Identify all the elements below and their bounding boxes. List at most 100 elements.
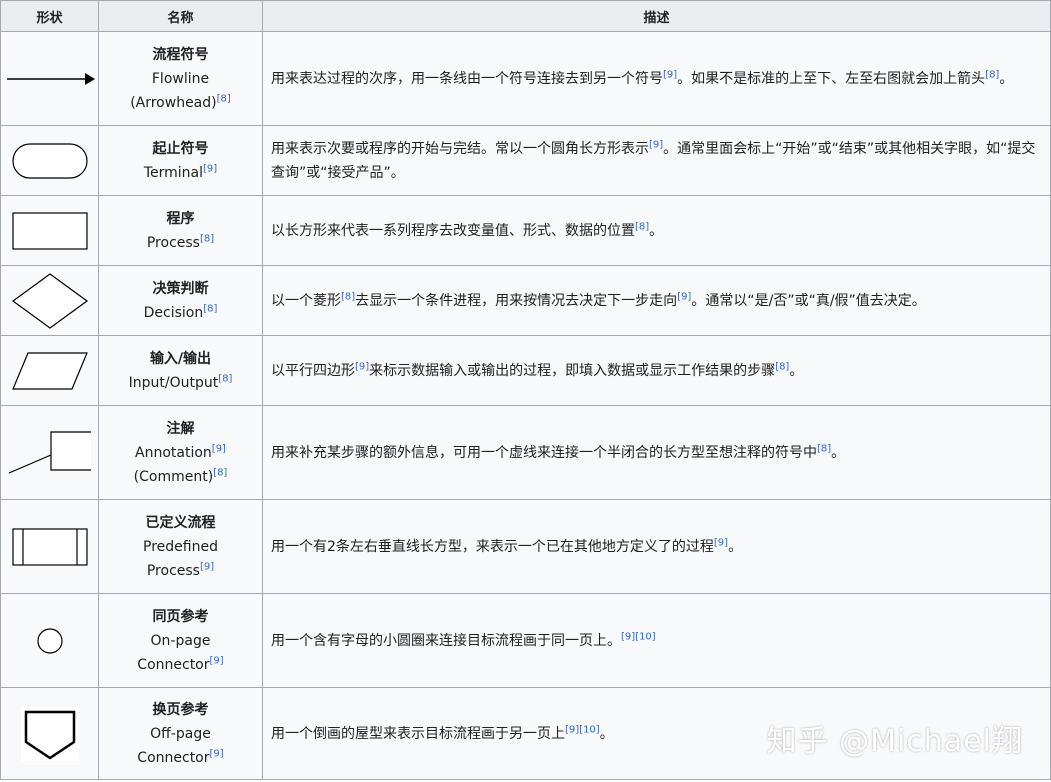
name-cell: 输入/输出 Input/Output[8]: [98, 335, 263, 406]
shape-cell: [0, 31, 99, 126]
citation-link[interactable]: [9][10]: [621, 631, 656, 642]
header-row: 形状 名称 描述: [0, 0, 1051, 32]
name-cell: 注解 Annotation[9] (Comment)[8]: [98, 405, 263, 500]
shape-cell: [0, 335, 99, 406]
name-cell: 程序 Process[8]: [98, 195, 263, 266]
table-row: 流程符号 Flowline (Arrowhead)[8] 用来表达过程的次序，用…: [0, 31, 1051, 126]
name-en: Annotation: [135, 444, 212, 461]
name-en: Process: [146, 234, 200, 251]
name-en: Predefined: [143, 538, 218, 555]
flowchart-symbols-table: 形状 名称 描述 流程符号 Flowline (Arrowhead)[8] 用来…: [0, 0, 1051, 780]
name-zh: 注解: [166, 420, 195, 437]
citation-link[interactable]: [8]: [817, 443, 831, 454]
shape-cell: [0, 125, 99, 196]
citation-link[interactable]: [9]: [649, 139, 663, 150]
terminal-rounded-rect-icon: [11, 142, 88, 179]
header-shape: 形状: [0, 0, 99, 32]
process-rect-icon: [11, 211, 88, 250]
citation-link[interactable]: [8]: [203, 303, 217, 314]
description-cell: 用来补充某步骤的额外信息，可用一个虚线来连接一个半闭合的长方型至想注释的符号中[…: [262, 405, 1051, 500]
citation-link[interactable]: [9]: [677, 291, 691, 302]
name-cell: 起止符号 Terminal[9]: [98, 125, 263, 196]
citation-link[interactable]: [8]: [635, 221, 649, 232]
description-text: 。: [789, 362, 804, 379]
name-en: Off-page: [150, 725, 211, 742]
name-zh: 流程符号: [152, 46, 209, 63]
name-zh: 决策判断: [152, 280, 209, 297]
annotation-bracket-icon: [8, 430, 91, 474]
description-text: 以一个菱形: [271, 292, 341, 309]
description-text: 用来表示次要或程序的开始与完结。常以一个圆角长方形表示: [271, 140, 649, 157]
description-text: 。: [599, 725, 614, 742]
decision-diamond-icon: [11, 272, 88, 329]
description-cell: 以一个菱形[8]去显示一个条件进程，用来按情况去决定下一步走向[9]。通常以“是…: [262, 265, 1051, 336]
table-row: 同页参考 On-page Connector[9] 用一个含有字母的小圆圈来连接…: [0, 593, 1051, 688]
citation-link[interactable]: [9]: [663, 69, 677, 80]
name-en: Terminal: [143, 164, 203, 181]
table-row: 注解 Annotation[9] (Comment)[8] 用来补充某步骤的额外…: [0, 405, 1051, 500]
description-text: 。: [831, 444, 846, 461]
name-cell: 流程符号 Flowline (Arrowhead)[8]: [98, 31, 263, 126]
name-zh: 同页参考: [152, 608, 209, 625]
description-cell: 以平行四边形[9]来标示数据输入或输出的过程，即填入数据或显示工作结果的步骤[8…: [262, 335, 1051, 406]
description-text: 用一个含有字母的小圆圈来连接目标流程画于同一页上。: [271, 632, 621, 649]
citation-link[interactable]: [8]: [218, 373, 232, 384]
name-en: Input/Output: [128, 374, 219, 391]
citation-link[interactable]: [8]: [213, 467, 227, 478]
name-en2: (Arrowhead): [130, 94, 217, 111]
name-zh: 起止符号: [152, 140, 209, 157]
description-text: 。: [728, 538, 743, 555]
table-row: 已定义流程 Predefined Process[9] 用一个有2条左右垂直线长…: [0, 499, 1051, 594]
table-row: 起止符号 Terminal[9] 用来表示次要或程序的开始与完结。常以一个圆角长…: [0, 125, 1051, 196]
description-text: 来标示数据输入或输出的过程，即填入数据或显示工作结果的步骤: [369, 362, 776, 379]
name-en: On-page: [150, 632, 211, 649]
description-text: 。通常以“是/否”或“真/假”值去决定。: [691, 292, 926, 309]
citation-link[interactable]: [9]: [200, 561, 214, 572]
citation-link[interactable]: [9]: [210, 748, 224, 759]
predefined-process-icon: [11, 527, 88, 566]
description-cell: 用来表达过程的次序，用一条线由一个符号连接去到另一个符号[9]。如果不是标准的上…: [262, 31, 1051, 126]
name-en: Decision: [143, 304, 204, 321]
name-en: Flowline: [151, 70, 210, 87]
description-text: 去显示一个条件进程，用来按情况去决定下一步走向: [355, 292, 678, 309]
name-zh: 换页参考: [152, 701, 209, 718]
description-text: 用来补充某步骤的额外信息，可用一个虚线来连接一个半闭合的长方型至想注释的符号中: [271, 444, 817, 461]
off-page-connector-pentagon-icon: [20, 706, 79, 761]
description-text: 。: [649, 222, 664, 239]
on-page-connector-circle-icon: [36, 627, 63, 654]
name-cell: 同页参考 On-page Connector[9]: [98, 593, 263, 688]
name-zh: 输入/输出: [149, 350, 212, 367]
description-text: 。: [999, 70, 1014, 87]
name-cell: 已定义流程 Predefined Process[9]: [98, 499, 263, 594]
citation-link[interactable]: [9]: [210, 655, 224, 666]
header-name: 名称: [98, 0, 263, 32]
description-cell: 用来表示次要或程序的开始与完结。常以一个圆角长方形表示[9]。通常里面会标上“开…: [262, 125, 1051, 196]
flowline-arrow-icon: [6, 72, 95, 85]
table-row: 决策判断 Decision[8] 以一个菱形[8]去显示一个条件进程，用来按情况…: [0, 265, 1051, 336]
shape-cell: [0, 499, 99, 594]
name-en2: Connector: [137, 656, 210, 673]
citation-link[interactable]: [8]: [775, 361, 789, 372]
citation-link[interactable]: [9]: [212, 443, 226, 454]
description-text: 用一个有2条左右垂直线长方型，来表示一个已在其他地方定义了的过程: [271, 538, 714, 555]
watermark: 知乎 @Michael翔: [766, 724, 1023, 759]
name-en2: Process: [146, 562, 200, 579]
citation-link[interactable]: [8]: [985, 69, 999, 80]
citation-link[interactable]: [9]: [203, 163, 217, 174]
shape-cell: [0, 687, 99, 780]
description-text: 。如果不是标准的上至下、左至右图就会加上箭头: [677, 70, 986, 87]
name-en2: (Comment): [133, 468, 214, 485]
citation-link[interactable]: [8]: [341, 291, 355, 302]
citation-link[interactable]: [9][10]: [565, 724, 600, 735]
shape-cell: [0, 405, 99, 500]
description-text: 用一个倒画的屋型来表示目标流程画于另一页上: [271, 725, 565, 742]
citation-link[interactable]: [8]: [217, 93, 231, 104]
citation-link[interactable]: [8]: [200, 233, 214, 244]
citation-link[interactable]: [9]: [355, 361, 369, 372]
description-cell: 用一个有2条左右垂直线长方型，来表示一个已在其他地方定义了的过程[9]。: [262, 499, 1051, 594]
description-cell: 用一个含有字母的小圆圈来连接目标流程画于同一页上。[9][10]: [262, 593, 1051, 688]
citation-link[interactable]: [9]: [714, 537, 728, 548]
header-description: 描述: [262, 0, 1051, 32]
name-zh: 程序: [166, 210, 195, 227]
shape-cell: [0, 593, 99, 688]
